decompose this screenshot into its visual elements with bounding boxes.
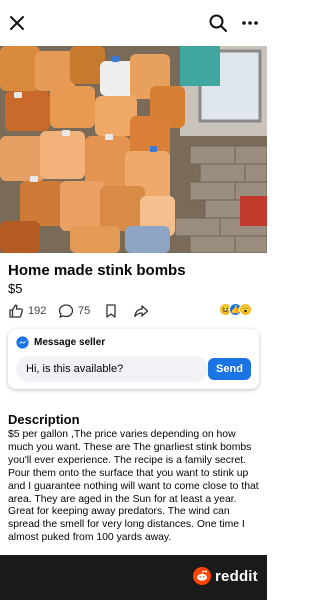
reddit-footer-bar: reddit [0,555,267,600]
action-row: 192 75 😆 👍 😮 [0,300,267,322]
listing-price: $5 [8,281,23,296]
comment-icon [58,304,74,318]
wow-reaction-icon: 😮 [239,303,252,316]
description-heading: Description [8,412,80,427]
close-icon[interactable] [8,14,26,32]
message-seller-card: Message seller Send [8,329,259,389]
messenger-icon [16,336,29,349]
listing-photo-illustration [0,46,267,253]
like-count: 192 [28,305,47,317]
listing-title: Home made stink bombs [8,262,186,279]
message-seller-header: Message seller [16,336,105,349]
reddit-logo[interactable]: reddit [193,567,258,585]
reddit-wordmark: reddit [215,567,258,585]
reddit-alien-icon [193,567,211,585]
description-text: $5 per gallon ,The price varies dependin… [8,429,259,544]
comment-count: 75 [78,305,91,317]
comment-button[interactable]: 75 [58,300,90,322]
more-horizontal-icon[interactable] [240,13,260,33]
share-button[interactable] [133,300,149,322]
like-button[interactable]: 192 [8,300,46,322]
reaction-summary[interactable]: 😆 👍 😮 [219,303,252,319]
send-button[interactable]: Send [208,358,251,380]
bookmark-icon [106,304,116,318]
listing-photo[interactable] [0,46,267,253]
message-input[interactable] [16,356,208,382]
save-button[interactable] [103,300,119,322]
share-icon [134,305,149,318]
search-icon[interactable] [208,13,228,33]
thumbs-up-icon [9,304,23,318]
message-seller-heading: Message seller [34,337,106,348]
top-bar [0,0,267,46]
